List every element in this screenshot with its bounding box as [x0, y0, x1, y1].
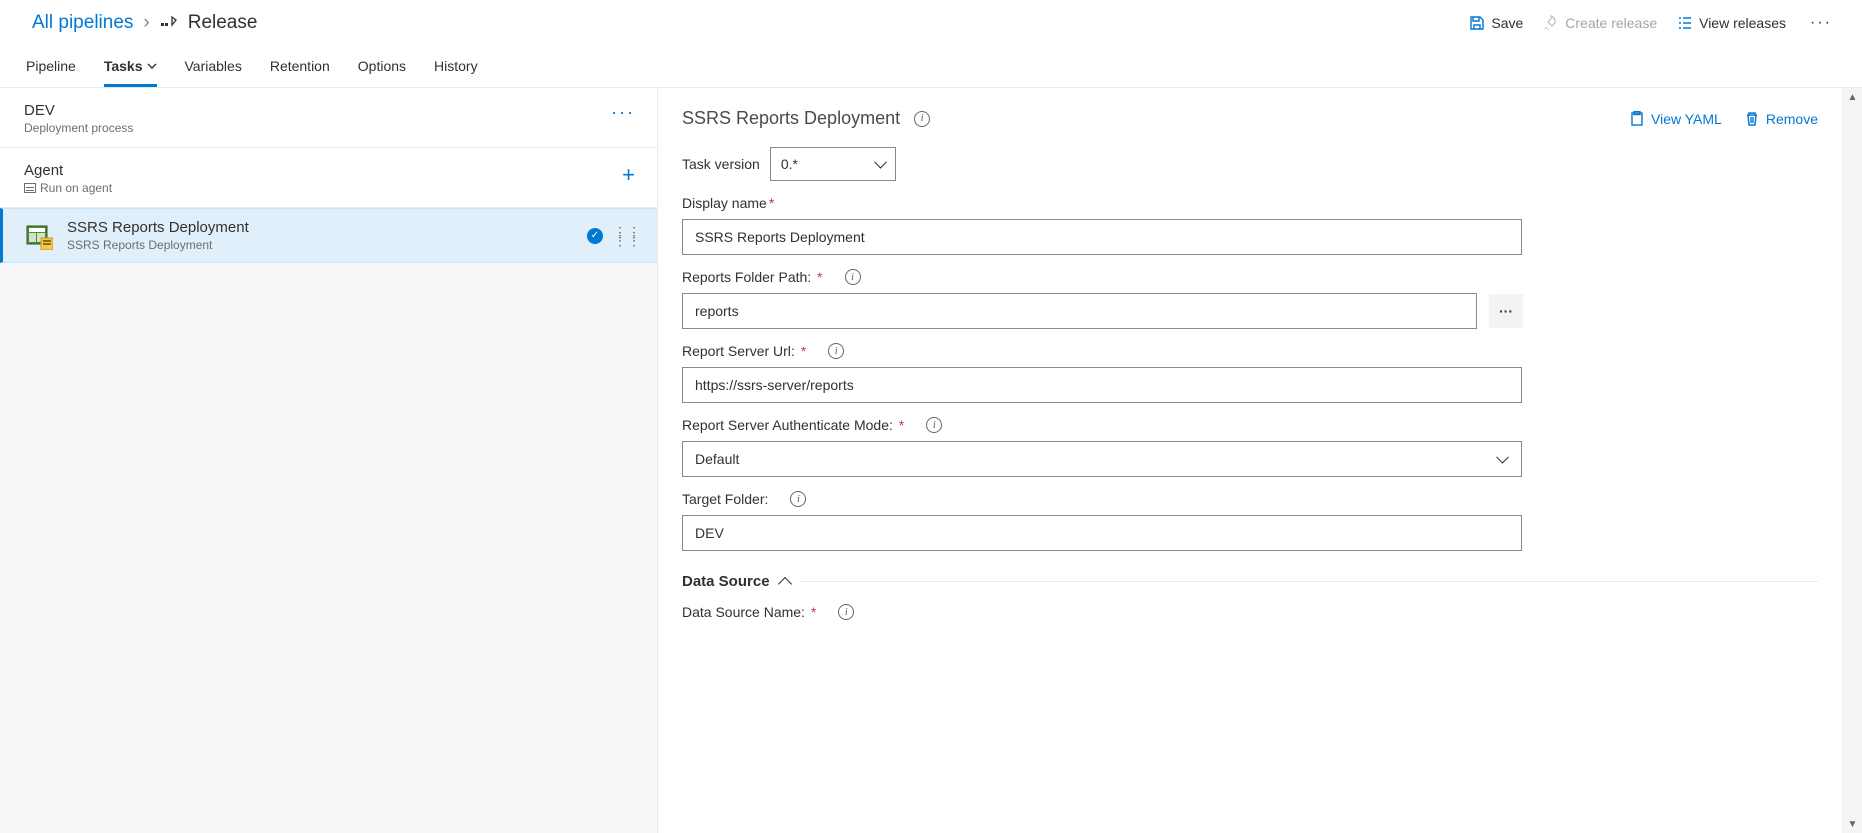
auth-mode-select[interactable]: Default	[682, 441, 1522, 477]
tab-tasks[interactable]: Tasks	[104, 44, 157, 87]
right-pane: SSRS Reports Deployment i View YAML Remo…	[658, 88, 1842, 833]
tab-variables[interactable]: Variables	[185, 44, 242, 87]
rocket-icon	[1543, 15, 1559, 31]
browse-button[interactable]: ···	[1489, 294, 1523, 328]
agent-row[interactable]: Agent Run on agent +	[0, 148, 657, 208]
section-data-source[interactable]: Data Source	[682, 573, 1818, 590]
view-yaml-button[interactable]: View YAML	[1629, 111, 1722, 127]
reports-folder-input[interactable]	[682, 293, 1477, 329]
tab-history[interactable]: History	[434, 44, 478, 87]
display-name-input[interactable]	[682, 219, 1522, 255]
info-icon[interactable]: i	[790, 491, 806, 507]
task-subtitle: SSRS Reports Deployment	[67, 238, 249, 252]
page-title: SSRS Reports Deployment i	[682, 108, 930, 129]
add-task-button[interactable]: +	[622, 162, 635, 188]
divider	[800, 581, 1818, 582]
ds-name-label: Data Source Name: *	[682, 604, 816, 620]
stage-header[interactable]: DEV Deployment process ···	[0, 88, 657, 148]
chevron-down-icon	[147, 61, 157, 71]
stage-menu-button[interactable]: ···	[611, 102, 635, 123]
list-icon	[1677, 15, 1693, 31]
view-releases-button[interactable]: View releases	[1677, 15, 1786, 31]
task-version-select[interactable]: 0.*	[770, 147, 896, 181]
server-url-label: Report Server Url: *	[682, 343, 806, 359]
tab-row: Pipeline Tasks Variables Retention Optio…	[0, 44, 1862, 88]
save-button[interactable]: Save	[1469, 15, 1523, 31]
stage-name: DEV	[24, 102, 133, 119]
task-icon	[25, 222, 53, 250]
task-version-label: Task version	[682, 156, 760, 172]
stage-subtitle: Deployment process	[24, 121, 133, 135]
scrollbar[interactable]: ▲ ▼	[1842, 88, 1862, 833]
server-url-input[interactable]	[682, 367, 1522, 403]
chevron-up-icon	[777, 576, 791, 590]
tab-retention[interactable]: Retention	[270, 44, 330, 87]
task-enabled-icon: ✓	[587, 228, 603, 244]
tab-options[interactable]: Options	[358, 44, 406, 87]
clipboard-icon	[1629, 111, 1645, 127]
info-icon[interactable]: i	[914, 111, 930, 127]
tab-pipeline[interactable]: Pipeline	[26, 44, 76, 87]
info-icon[interactable]: i	[926, 417, 942, 433]
target-folder-input[interactable]	[682, 515, 1522, 551]
info-icon[interactable]: i	[845, 269, 861, 285]
save-icon	[1469, 15, 1485, 31]
auth-mode-label: Report Server Authenticate Mode: *	[682, 417, 904, 433]
breadcrumb-current: Release	[188, 12, 258, 34]
view-releases-label: View releases	[1699, 15, 1786, 31]
info-icon[interactable]: i	[838, 604, 854, 620]
top-actions: Save Create release View releases ···	[1469, 14, 1836, 32]
save-label: Save	[1491, 15, 1523, 31]
drag-handle-icon[interactable]: ⋮⋮⋮⋮	[613, 228, 641, 244]
scroll-down-button[interactable]: ▼	[1843, 815, 1862, 833]
create-release-button: Create release	[1543, 15, 1657, 31]
release-icon	[160, 14, 178, 32]
reports-folder-label: Reports Folder Path: *	[682, 269, 823, 285]
chevron-right-icon: ›	[143, 12, 149, 34]
target-folder-label: Target Folder:	[682, 491, 768, 507]
remove-button[interactable]: Remove	[1744, 111, 1818, 127]
trash-icon	[1744, 111, 1760, 127]
breadcrumb: All pipelines › Release	[32, 12, 257, 34]
task-item-ssrs[interactable]: SSRS Reports Deployment SSRS Reports Dep…	[0, 208, 657, 263]
agent-title: Agent	[24, 162, 112, 179]
task-title: SSRS Reports Deployment	[67, 219, 249, 236]
scroll-up-button[interactable]: ▲	[1843, 88, 1862, 106]
agent-subtitle: Run on agent	[24, 181, 112, 195]
create-release-label: Create release	[1565, 15, 1657, 31]
left-pane: DEV Deployment process ··· Agent Run on …	[0, 88, 658, 833]
display-name-label: Display name*	[682, 195, 774, 211]
more-actions-button[interactable]: ···	[1806, 14, 1836, 32]
info-icon[interactable]: i	[828, 343, 844, 359]
server-icon	[24, 183, 36, 193]
breadcrumb-root-link[interactable]: All pipelines	[32, 12, 133, 34]
